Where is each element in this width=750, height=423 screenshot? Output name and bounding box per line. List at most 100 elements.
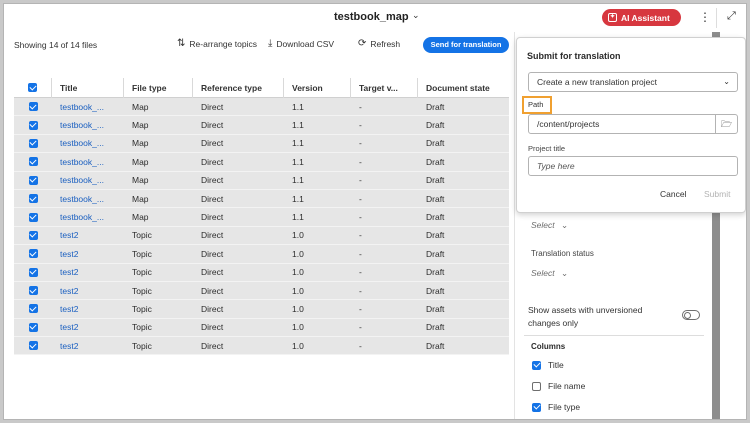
translation-project-select[interactable]: Create a new translation project ⌄ <box>528 72 738 92</box>
table-row[interactable]: testbook_... Map Direct 1.1 - Draft <box>14 153 509 172</box>
columns-label: Columns <box>531 342 566 351</box>
row-select-cell <box>14 322 52 332</box>
title-cell[interactable]: test2 <box>52 304 124 314</box>
table-row[interactable]: test2 Topic Direct 1.0 - Draft <box>14 300 509 319</box>
document-state-cell: Draft <box>426 303 445 314</box>
reference-type-cell: Direct <box>201 267 224 278</box>
table-row[interactable]: test2 Topic Direct 1.0 - Draft <box>14 337 509 356</box>
row-checkbox[interactable] <box>28 267 38 277</box>
column-title-checkbox[interactable] <box>532 360 541 370</box>
document-title[interactable]: testbook_map <box>334 11 409 23</box>
column-file-type-checkbox[interactable] <box>532 402 541 412</box>
unversioned-toggle[interactable] <box>682 310 700 320</box>
title-cell[interactable]: test2 <box>52 341 124 351</box>
document-state-cell: Draft <box>426 212 445 223</box>
row-checkbox[interactable] <box>28 341 38 351</box>
target-version-cell: - <box>359 340 362 351</box>
row-checkbox[interactable] <box>28 102 38 112</box>
cancel-button[interactable]: Cancel <box>660 189 686 199</box>
translation-status-select[interactable]: Select ⌄ <box>531 268 568 279</box>
row-select-cell <box>14 230 52 240</box>
table-row[interactable]: testbook_... Map Direct 1.1 - Draft <box>14 208 509 227</box>
version-cell: 1.1 <box>292 138 304 149</box>
table-row[interactable]: test2 Topic Direct 1.0 - Draft <box>14 226 509 246</box>
row-checkbox[interactable] <box>28 138 38 148</box>
document-state-cell: Draft <box>426 175 445 186</box>
column-header-reference-type[interactable]: Reference type <box>193 77 284 98</box>
ai-assistant-button[interactable]: ✦ AI Assistant <box>602 9 681 26</box>
rearrange-topics-button[interactable]: ⇅ Re-arrange topics <box>177 38 257 49</box>
column-header-target-version[interactable]: Target v... <box>351 77 418 98</box>
table-row[interactable]: testbook_... Map Direct 1.1 - Draft <box>14 171 509 190</box>
chevron-down-icon[interactable]: ⌄ <box>412 10 420 21</box>
reference-type-cell: Direct <box>201 230 224 241</box>
table-row[interactable]: test2 Topic Direct 1.0 - Draft <box>14 263 509 282</box>
table-row[interactable]: test2 Topic Direct 1.0 - Draft <box>14 245 509 264</box>
reference-type-cell: Direct <box>201 285 224 296</box>
file-type-cell: Topic <box>132 340 152 351</box>
title-cell[interactable]: test2 <box>52 230 124 240</box>
table-row[interactable]: testbook_... Map Direct 1.1 - Draft <box>14 116 509 135</box>
row-checkbox[interactable] <box>28 212 38 222</box>
title-cell[interactable]: test2 <box>52 267 124 277</box>
table-row[interactable]: testbook_... Map Direct 1.1 - Draft <box>14 98 509 117</box>
table-row[interactable]: test2 Topic Direct 1.0 - Draft <box>14 318 509 338</box>
title-cell[interactable]: test2 <box>52 322 124 332</box>
title-cell[interactable]: testbook_... <box>52 194 124 204</box>
title-cell[interactable]: testbook_... <box>52 102 124 112</box>
column-file-name-checkbox[interactable] <box>532 381 541 391</box>
row-checkbox[interactable] <box>28 286 38 296</box>
refresh-button[interactable]: ⟳ Refresh <box>358 38 400 49</box>
row-checkbox[interactable] <box>28 157 38 167</box>
project-title-input[interactable]: Type here <box>528 156 738 176</box>
column-option-file-name[interactable]: File name <box>532 381 585 391</box>
filter-select-1[interactable]: Select ⌄ <box>531 220 568 231</box>
row-checkbox[interactable] <box>28 194 38 204</box>
file-type-cell: Map <box>132 156 149 167</box>
title-cell[interactable]: testbook_... <box>52 120 124 130</box>
target-version-cell: - <box>359 267 362 278</box>
row-checkbox[interactable] <box>28 175 38 185</box>
row-checkbox[interactable] <box>28 230 38 240</box>
column-header-title[interactable]: Title <box>52 77 124 98</box>
expand-icon[interactable]: ⤢ <box>727 10 736 23</box>
table-row[interactable]: test2 Topic Direct 1.0 - Draft <box>14 281 509 301</box>
select-all-checkbox[interactable] <box>28 83 37 92</box>
title-cell[interactable]: test2 <box>52 286 124 296</box>
row-checkbox[interactable] <box>28 249 38 259</box>
title-cell[interactable]: testbook_... <box>52 212 124 222</box>
column-option-title[interactable]: Title <box>532 360 564 370</box>
table-row[interactable]: testbook_... Map Direct 1.1 - Draft <box>14 189 509 209</box>
send-for-translation-button[interactable]: Send for translation <box>423 37 509 53</box>
download-csv-button[interactable]: ⤓ Download CSV <box>268 38 334 49</box>
title-cell[interactable]: testbook_... <box>52 138 124 148</box>
path-input-value: /content/projects <box>537 119 600 129</box>
download-label: Download CSV <box>276 38 335 49</box>
path-input[interactable]: /content/projects 🗁 <box>528 114 738 134</box>
document-state-cell: Draft <box>426 193 445 204</box>
title-cell[interactable]: testbook_... <box>52 175 124 185</box>
column-header-file-type[interactable]: File type <box>124 77 193 98</box>
file-type-cell: Topic <box>132 322 152 333</box>
browse-folder-icon[interactable]: 🗁 <box>715 115 737 133</box>
row-checkbox[interactable] <box>28 304 38 314</box>
unversioned-label-line2: changes only <box>528 318 579 328</box>
row-checkbox[interactable] <box>28 322 38 332</box>
table-row[interactable]: testbook_... Map Direct 1.1 - Draft <box>14 134 509 154</box>
version-cell: 1.0 <box>292 340 304 351</box>
file-type-cell: Topic <box>132 303 152 314</box>
row-checkbox[interactable] <box>28 120 38 130</box>
target-version-cell: - <box>359 138 362 149</box>
target-version-cell: - <box>359 101 362 112</box>
column-header-version[interactable]: Version <box>284 77 351 98</box>
more-options-icon[interactable]: ⋮ <box>699 10 711 24</box>
column-header-document-state[interactable]: Document state <box>418 78 509 98</box>
file-type-cell: Map <box>132 101 149 112</box>
submit-button[interactable]: Submit <box>704 189 730 199</box>
title-cell[interactable]: testbook_... <box>52 157 124 167</box>
files-table: Title File type Reference type Version T… <box>14 77 509 356</box>
column-option-file-type[interactable]: File type <box>532 402 580 412</box>
target-version-cell: - <box>359 212 362 223</box>
select-all-cell <box>14 77 52 98</box>
title-cell[interactable]: test2 <box>52 249 124 259</box>
